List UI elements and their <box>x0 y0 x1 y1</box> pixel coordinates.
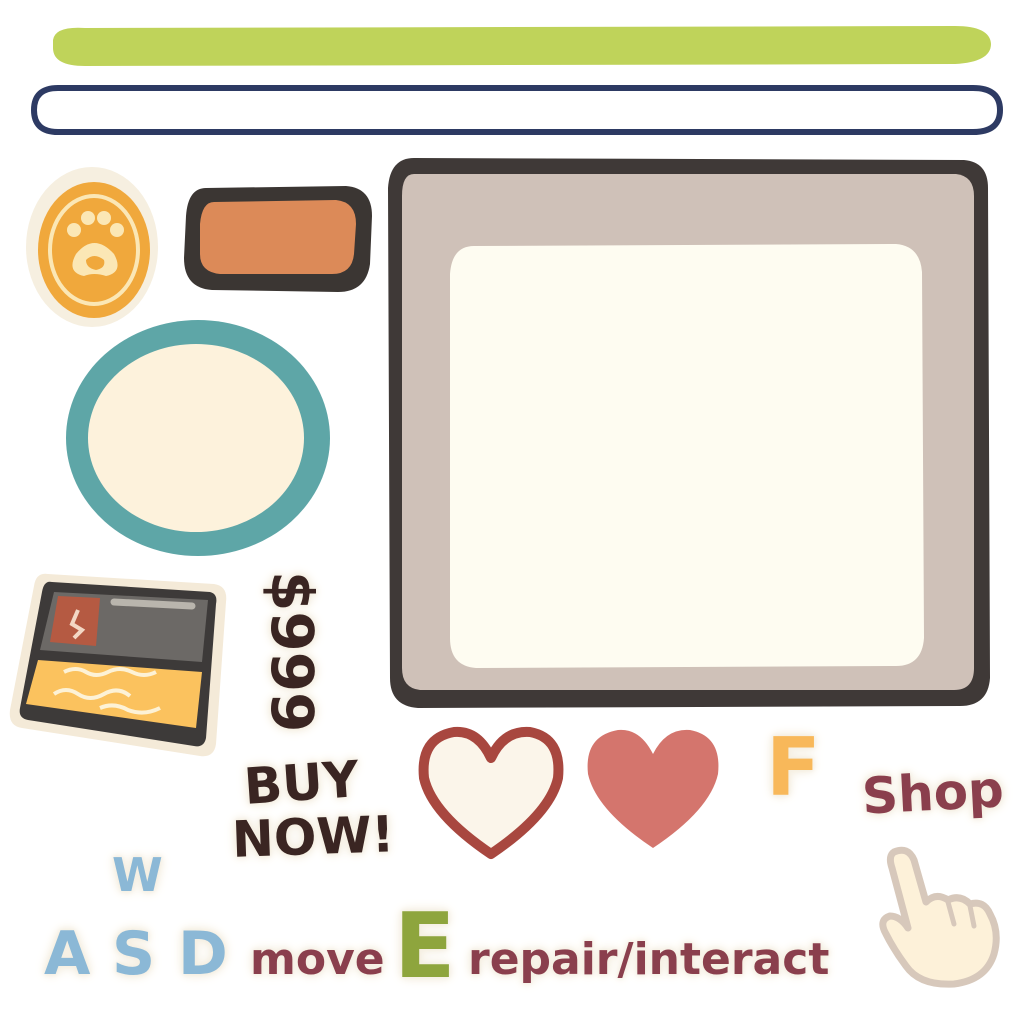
pointing-hand-icon <box>879 846 1000 988</box>
toolbox-item-icon <box>9 573 227 757</box>
shop-label[interactable]: Shop <box>861 760 1006 825</box>
key-d-label: D <box>178 919 228 989</box>
progress-bar-fill <box>53 26 991 66</box>
paw-coin-icon <box>26 167 158 327</box>
key-s-label: S <box>112 919 156 989</box>
orange-button-blank[interactable] <box>176 176 378 300</box>
key-a-label: A <box>44 919 91 989</box>
buy-now-line1[interactable]: BUY <box>242 750 361 816</box>
key-f-label: F <box>766 721 821 814</box>
heart-outline-icon <box>418 726 564 859</box>
progress-bar-frame <box>30 85 1004 135</box>
dialog-panel <box>388 158 990 708</box>
round-frame-icon <box>66 320 330 556</box>
buy-now-line2[interactable]: NOW! <box>231 805 395 869</box>
heart-filled-icon <box>587 729 719 848</box>
key-w-label: W <box>112 848 163 902</box>
key-e-label: E <box>394 894 456 999</box>
move-label: move <box>250 934 385 985</box>
repair-interact-label: repair/interact <box>468 934 830 985</box>
price-label: $999 <box>258 571 326 733</box>
